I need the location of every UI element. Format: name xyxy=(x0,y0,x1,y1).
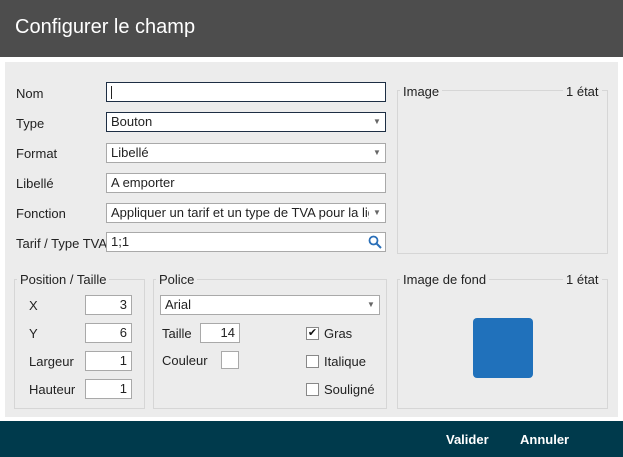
tarif-input[interactable]: 1;1 xyxy=(106,232,386,252)
chevron-down-icon[interactable]: ▼ xyxy=(369,204,385,222)
fonction-value: Appliquer un tarif et un type de TVA pou… xyxy=(111,205,386,220)
chevron-down-icon[interactable]: ▼ xyxy=(363,296,379,314)
largeur-input[interactable]: 1 xyxy=(85,351,132,371)
italique-checkbox[interactable] xyxy=(306,355,319,368)
color-picker[interactable] xyxy=(221,351,239,369)
largeur-label: Largeur xyxy=(29,354,74,369)
background-color-swatch[interactable] xyxy=(473,318,533,378)
nom-input[interactable] xyxy=(106,82,386,102)
libelle-value: A emporter xyxy=(111,175,175,190)
hauteur-input[interactable]: 1 xyxy=(85,379,132,399)
italique-label: Italique xyxy=(324,354,366,369)
tarif-value: 1;1 xyxy=(111,234,130,249)
dialog-titlebar: Configurer le champ xyxy=(0,0,623,57)
cancel-button[interactable]: Annuler xyxy=(520,432,569,447)
hauteur-label: Hauteur xyxy=(29,382,76,397)
dialog-title: Configurer le champ xyxy=(15,16,196,38)
type-select[interactable]: Bouton ▼ xyxy=(106,112,386,132)
y-input[interactable]: 6 xyxy=(85,323,132,343)
text-cursor xyxy=(111,86,112,100)
libelle-label: Libellé xyxy=(16,176,54,191)
taille-label: Taille xyxy=(162,326,192,341)
format-label: Format xyxy=(16,146,58,161)
libelle-input[interactable]: A emporter xyxy=(106,173,386,193)
taille-input[interactable]: 14 xyxy=(200,323,240,343)
search-icon[interactable] xyxy=(368,235,382,251)
dialog-content: Nom Type Bouton ▼ Format Libellé ▼ Libel… xyxy=(5,62,618,417)
position-title: Position / Taille xyxy=(17,272,110,287)
fonction-label: Fonction xyxy=(16,206,66,221)
image-group xyxy=(397,90,608,254)
format-select[interactable]: Libellé ▼ xyxy=(106,143,386,163)
background-image-title: Image de fond xyxy=(400,272,490,287)
y-label: Y xyxy=(29,326,38,341)
chevron-down-icon[interactable]: ▼ xyxy=(369,113,385,131)
gras-label: Gras xyxy=(324,326,353,341)
image-title: Image xyxy=(400,84,443,99)
x-input[interactable]: 3 xyxy=(85,295,132,315)
format-value: Libellé xyxy=(111,145,149,160)
police-title: Police xyxy=(156,272,198,287)
nom-label: Nom xyxy=(16,86,44,101)
image-states: 1 état xyxy=(563,84,602,99)
font-select[interactable]: Arial ▼ xyxy=(160,295,380,315)
chevron-down-icon[interactable]: ▼ xyxy=(369,144,385,162)
gras-checkbox[interactable]: ✔ xyxy=(306,327,319,340)
type-value: Bouton xyxy=(111,114,153,129)
souligne-checkbox[interactable] xyxy=(306,383,319,396)
tarif-label: Tarif / Type TVA xyxy=(16,236,108,251)
couleur-label: Couleur xyxy=(162,353,208,368)
background-image-states: 1 état xyxy=(563,272,602,287)
type-label: Type xyxy=(16,116,45,131)
souligne-label: Souligné xyxy=(324,382,375,397)
dialog-footer: Valider Annuler xyxy=(0,421,623,457)
fonction-select[interactable]: Appliquer un tarif et un type de TVA pou… xyxy=(106,203,386,223)
x-label: X xyxy=(29,298,38,313)
font-value: Arial xyxy=(165,297,192,312)
validate-button[interactable]: Valider xyxy=(446,432,489,447)
